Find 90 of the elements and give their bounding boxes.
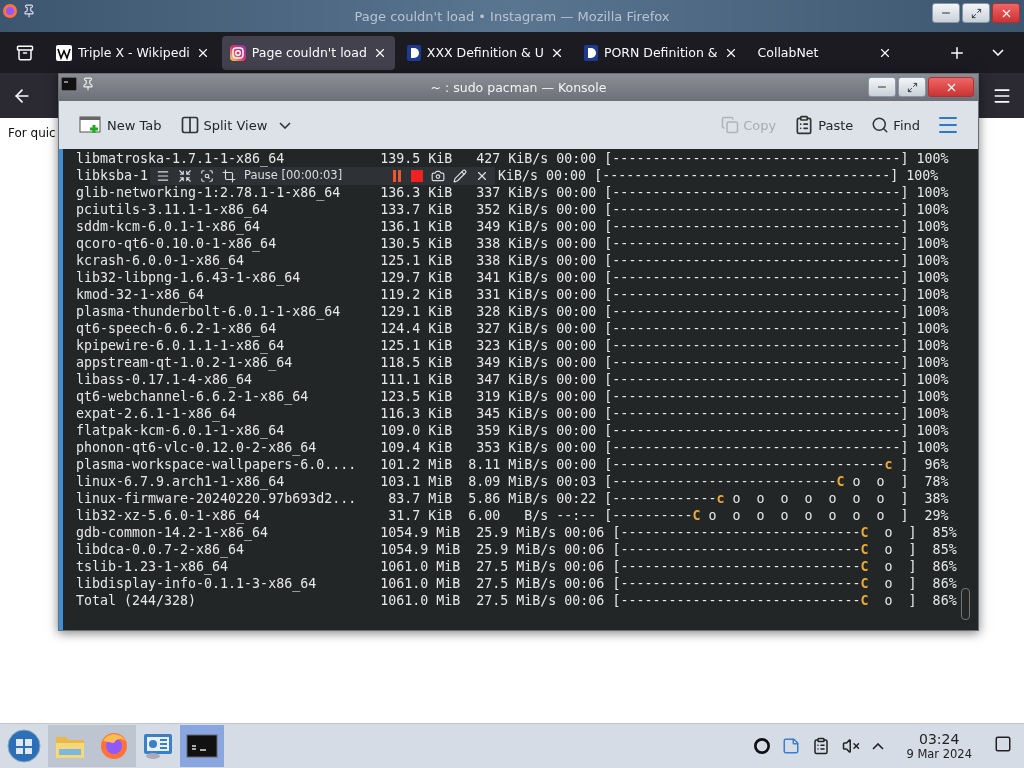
clock-time: 03:24 [919,731,960,747]
terminal-line: gdb-common-14.2-1-x86_64 1054.9 MiB 25.9 MiB/s 00:06 [------------------------------C o ] 85% [76,524,957,541]
chevron-up-icon [872,742,885,750]
window-title: Page couldn't load • Instagram — Mozilla Firefox [354,8,670,24]
taskbar-app[interactable] [180,725,224,767]
d-logo-icon [583,44,598,61]
tab-title: Page couldn't load [251,45,367,60]
maximize-icon [906,81,918,93]
terminal-line: qt6-webchannel-6.6.2-1-x86_64 123.5 KiB 319 KiB/s 00:00 [------------------------------------] 100% [76,388,949,405]
terminal-line: lib32-xz-5.6.0-1-x86_64 31.7 KiB 6.00 B/s --:-- [----------C o o o o o o o o ] 29% [76,507,949,524]
terminal-icon [186,734,218,758]
clock-date: 9 Mar 2024 [906,747,972,761]
terminal-line: libdca-0.0.7-2-x86_64 1054.9 MiB 25.9 MiB/s 00:06 [------------------------------C o ] 85% [76,541,957,558]
toolbar-button[interactable]: Find [869,112,922,138]
show-desktop-icon [994,735,1012,753]
terminal-line: tslib-1.23-1-x86_64 1061.0 MiB 27.5 MiB/s 00:06 [------------------------------C o ] 86% [76,558,957,575]
browser-tab[interactable]: CollabNet [749,35,900,70]
pin-icon [22,4,36,18]
terminal-line: linux-6.7.9.arch1-1-x86_64 103.1 MiB 8.09 MiB/s 00:03 [----------------------------C o o ] 78% [76,473,949,490]
browser-tab[interactable]: XXX Definition & U [398,35,572,70]
toolbar-button[interactable]: Split View [177,111,294,139]
terminal-line: lib32-libpng-1.6.43-1-x86_64 129.7 KiB 341 KiB/s 00:00 [------------------------------------] 100% [76,269,949,286]
terminal-line: linux-firmware-20240220.97b693d2... 83.7 MiB 5.86 MiB/s 00:22 [-------------c o o o o o o o ] 38% [76,490,949,507]
browser-tab[interactable]: Triple X - Wikipedi [48,35,218,70]
scrollbar[interactable] [961,588,970,620]
browser-tab[interactable]: Page couldn't load [221,35,395,70]
camera-icon [431,168,446,183]
terminal-line: qcoro-qt6-0.10.0-1-x86_64 130.5 KiB 338 KiB/s 00:00 [------------------------------------] 100% [76,235,949,252]
terminal-line: libdisplay-info-0.1.1-3-x86_64 1061.0 MiB 27.5 MiB/s 00:06 [------------------------------C o ] 86% [76,575,957,592]
copy-icon [721,116,740,134]
toolbar-button[interactable]: New Tab [77,111,164,139]
browser-tab[interactable]: PORN Definition & [575,35,746,70]
maximize-button[interactable] [962,3,990,23]
tab-title: Triple X - Wikipedi [78,45,190,60]
w-logo-icon [56,44,72,61]
maximize-icon [970,7,982,19]
pause-icon [391,169,404,182]
terminal-line: libass-0.17.1-4-x86_64 111.1 KiB 347 KiB/s 00:00 [------------------------------------] 100% [76,371,949,388]
circle-icon [754,738,771,754]
maximize-button[interactable] [898,77,926,97]
terminal-line: plasma-workspace-wallpapers-6.0.... 101.2 MiB 8.11 MiB/s 00:00 [----------------------------------c ] 96% [76,456,949,473]
terminal-line: kcrash-6.0.0-1-x86_64 125.1 KiB 338 KiB/s 00:00 [------------------------------------] 100% [76,252,949,269]
muted-speaker-icon [842,737,861,755]
pin-icon [81,77,95,91]
close-button[interactable] [992,3,1020,23]
minimize-button[interactable] [868,77,896,97]
terminal-line: sddm-kcm-6.0.1-1-x86_64 136.1 KiB 349 KiB/s 00:00 [------------------------------------] 100% [76,218,949,235]
notes-icon [812,737,831,755]
terminal-icon [61,77,77,91]
firefox-icon [2,3,18,19]
clipboard-icon [782,737,801,755]
terminal-text: libksba-1 [76,167,149,184]
terminal-line: flatpak-kcm-6.0.1-1-x86_64 109.0 KiB 359 KiB/s 00:00 [------------------------------------] 100% [76,422,949,439]
monitor-icon [142,732,174,760]
chevron-down-icon [279,121,292,129]
region-search-icon [200,168,215,183]
tab-title: CollabNet [757,45,820,60]
terminal-line: expat-2.6.1-1-x86_64 116.3 KiB 345 KiB/s 00:00 [------------------------------------] 100% [76,405,949,422]
page-text: For quic [8,126,56,140]
shrink-icon [178,168,193,183]
terminal-line: appstream-qt-1.0.2-1-x86_64 118.5 KiB 349 KiB/s 00:00 [------------------------------------] 100% [76,354,949,371]
paste-icon [794,115,815,135]
terminal-line: kmod-32-1-x86_64 119.2 KiB 331 KiB/s 00:00 [------------------------------------] 100% [76,286,949,303]
terminal-line: qt6-speech-6.6.2-1-x86_64 124.4 KiB 327 KiB/s 00:00 [------------------------------------] 100% [76,320,949,337]
search-icon [871,116,890,134]
start-button[interactable] [6,728,42,764]
new-tab-icon [79,115,103,135]
firefox-icon [99,731,129,761]
terminal-line: phonon-qt6-vlc-0.12.0-2-x86_64 109.4 KiB 353 KiB/s 00:00 [------------------------------------] 100% [76,439,949,456]
pencil-icon [453,168,468,183]
camera-logo-icon [229,44,246,61]
terminal-line: pciutils-3.11.1-1-x86_64 133.7 KiB 352 KiB/s 00:00 [------------------------------------] 100% [76,201,949,218]
chevron-down-icon [992,49,1004,56]
stop-icon [411,169,424,182]
tab-title: PORN Definition & [603,45,718,60]
crop-icon [222,168,237,183]
recording-status: Pause [00:00:03] [244,167,343,184]
terminal-line: kpipewire-6.0.1.1-1-x86_64 125.1 KiB 323 KiB/s 00:00 [------------------------------------] 100% [76,337,949,354]
d-logo-icon [406,44,421,61]
tab-title: XXX Definition & U [426,45,544,60]
terminal-line: Total (244/328) 1061.0 MiB 27.5 MiB/s 00:06 [------------------------------C o ] 86% [76,592,957,609]
window-title: ~ : sudo pacman — Konsole [430,80,607,95]
terminal-line: libmatroska-1.7.1-1-x86_64 139.5 KiB 427 KiB/s 00:00 [------------------------------------] 100% [76,150,949,167]
terminal-text: KiB/s 00:00 [------------------------------------] 100% [498,167,939,184]
terminal-line: glib-networking-1:2.78.1-1-x86_64 136.3 KiB 337 KiB/s 00:00 [------------------------------------] 100% [76,184,949,201]
terminal-line: plasma-thunderbolt-6.0.1-1-x86_64 129.1 KiB 328 KiB/s 00:00 [------------------------------------] 100% [76,303,949,320]
split-view-icon [179,115,200,135]
menu-icon [156,168,171,183]
minimize-button[interactable] [932,3,960,23]
toolbar-button[interactable]: Paste [792,111,856,139]
